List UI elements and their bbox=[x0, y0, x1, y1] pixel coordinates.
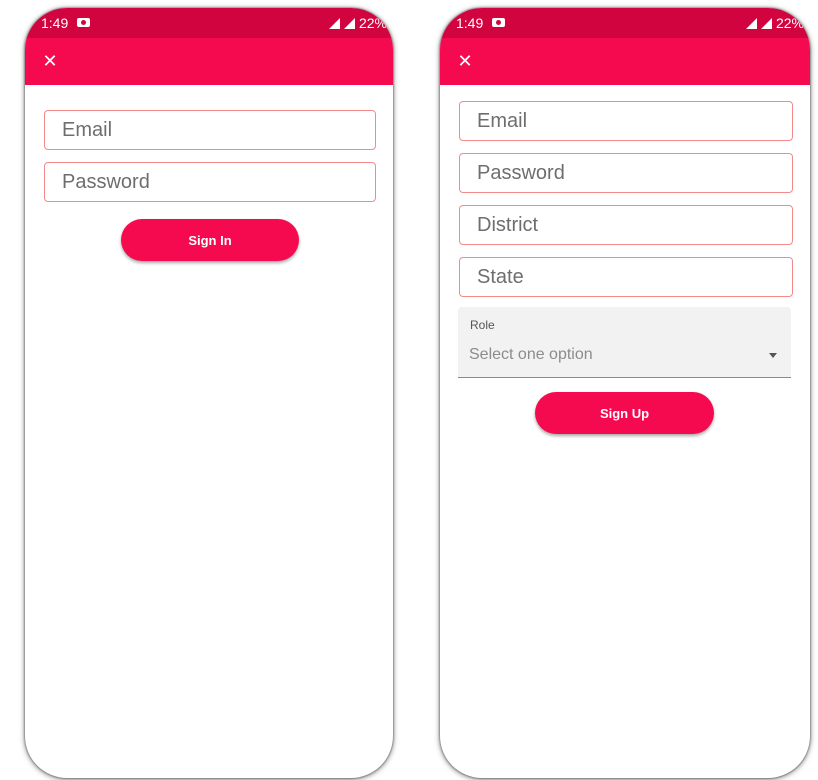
status-bar: 1:49 22% bbox=[25, 8, 393, 38]
cell-signal-icon bbox=[760, 17, 772, 29]
sign-in-button[interactable]: Sign In bbox=[121, 219, 299, 261]
state-field[interactable] bbox=[459, 257, 793, 297]
password-field[interactable] bbox=[44, 162, 376, 202]
signal-icon bbox=[745, 17, 757, 29]
close-icon[interactable]: ✕ bbox=[39, 50, 61, 72]
email-field[interactable] bbox=[459, 101, 793, 141]
status-time: 1:49 bbox=[41, 15, 69, 31]
sign-up-screen: 1:49 22% ✕ Role Select one option Sign U… bbox=[440, 8, 810, 778]
email-field[interactable] bbox=[44, 110, 376, 150]
battery-percent: 22% bbox=[775, 15, 804, 31]
status-indicators: 22% bbox=[328, 15, 387, 31]
close-icon[interactable]: ✕ bbox=[454, 50, 476, 72]
signal-icon bbox=[328, 17, 340, 29]
app-bar: ✕ bbox=[25, 38, 393, 85]
cell-signal-icon bbox=[343, 17, 355, 29]
role-label: Role bbox=[470, 318, 495, 332]
chevron-down-icon bbox=[769, 353, 777, 358]
role-dropdown[interactable]: Role Select one option bbox=[458, 307, 791, 378]
app-bar: ✕ bbox=[440, 38, 810, 85]
status-indicators: 22% bbox=[745, 15, 804, 31]
status-bar: 1:49 22% bbox=[440, 8, 810, 38]
password-field[interactable] bbox=[459, 153, 793, 193]
status-time: 1:49 bbox=[456, 15, 484, 31]
notification-icon bbox=[492, 18, 505, 27]
sign-in-form: Sign In bbox=[25, 85, 393, 778]
sign-in-screen: 1:49 22% ✕ Sign In bbox=[25, 8, 393, 778]
sign-up-button[interactable]: Sign Up bbox=[535, 392, 714, 434]
role-selected-value: Select one option bbox=[469, 346, 593, 363]
notification-icon bbox=[77, 18, 90, 27]
battery-percent: 22% bbox=[358, 15, 387, 31]
district-field[interactable] bbox=[459, 205, 793, 245]
sign-up-form: Role Select one option Sign Up bbox=[440, 85, 810, 778]
